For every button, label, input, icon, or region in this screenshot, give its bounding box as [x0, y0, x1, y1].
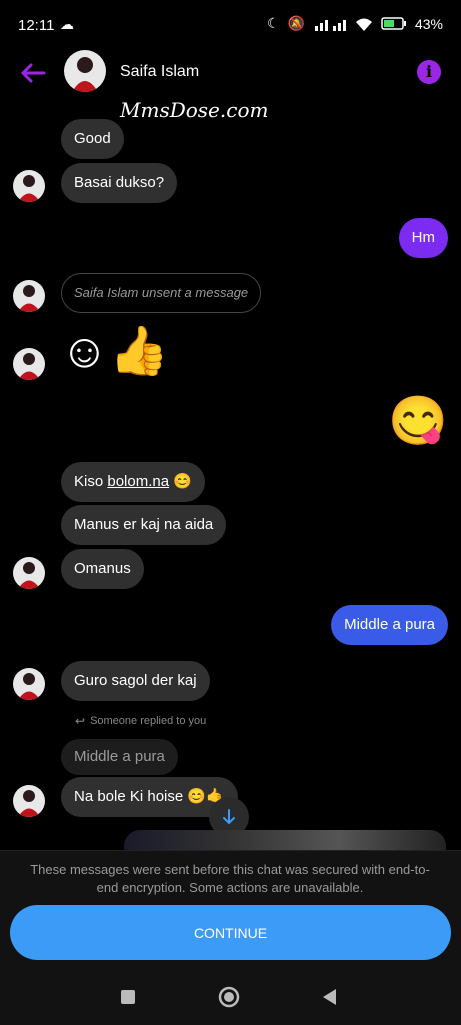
mute-icon: 🔕	[287, 15, 305, 31]
watermark: MmsDose.com	[120, 98, 269, 122]
avatar	[13, 170, 45, 202]
contact-name[interactable]: Saifa Islam	[120, 63, 199, 81]
wifi-icon	[355, 18, 372, 31]
avatar	[13, 348, 45, 380]
message-received[interactable]: Good	[61, 119, 124, 159]
circle-icon[interactable]	[218, 986, 240, 1008]
message-link[interactable]: bolom.na	[107, 473, 169, 490]
down-arrow-icon	[223, 809, 235, 825]
status-icons: ☾ 🔕 43%	[267, 15, 443, 32]
back-arrow-icon[interactable]	[18, 60, 48, 86]
encryption-notice: These messages were sent before this cha…	[30, 862, 430, 895]
app-notification-icon: ☁	[60, 16, 74, 32]
quoted-message[interactable]: Middle a pura	[61, 739, 178, 775]
reply-header: ↩ Someone replied to you	[75, 714, 206, 728]
emoji: 😊	[173, 473, 192, 490]
status-bar: 12:11 ☁ ☾ 🔕 43%	[0, 0, 461, 50]
message-received[interactable]: Guro sagol der kaj	[61, 661, 210, 701]
continue-button[interactable]: CONTINUE	[10, 905, 451, 960]
avatar	[13, 280, 45, 312]
triangle-back-icon[interactable]	[321, 988, 337, 1006]
battery-percent: 43%	[414, 15, 443, 32]
reply-label: Someone replied to you	[90, 715, 207, 727]
message-received[interactable]: Kiso bolom.na 😊	[61, 462, 205, 502]
avatar[interactable]	[64, 50, 106, 92]
avatar	[13, 668, 45, 700]
emoji-message[interactable]: ☺👍	[60, 322, 169, 382]
square-icon[interactable]	[120, 989, 136, 1005]
battery-icon	[381, 17, 406, 30]
message-text: Kiso	[74, 473, 108, 490]
avatar	[13, 785, 45, 817]
message-received[interactable]: Manus er kaj na aida	[61, 505, 227, 545]
avatar	[13, 557, 45, 589]
moon-icon: ☾	[266, 15, 280, 31]
message-sent[interactable]: Hm	[398, 218, 448, 258]
message-received[interactable]: Omanus	[61, 549, 144, 589]
emoji-message[interactable]: 😋	[388, 392, 448, 452]
info-icon[interactable]: i	[417, 60, 441, 84]
signal-icon	[314, 19, 346, 31]
message-received[interactable]: Basai dukso?	[61, 163, 178, 203]
navigation-bar	[0, 980, 461, 1024]
chat-header: Saifa Islam i	[0, 50, 461, 98]
message-sent[interactable]: Middle a pura	[331, 605, 448, 645]
unsent-notice: Saifa Islam unsent a message	[61, 273, 262, 313]
status-time: 12:11	[18, 17, 55, 34]
reply-icon: ↩	[75, 714, 86, 728]
